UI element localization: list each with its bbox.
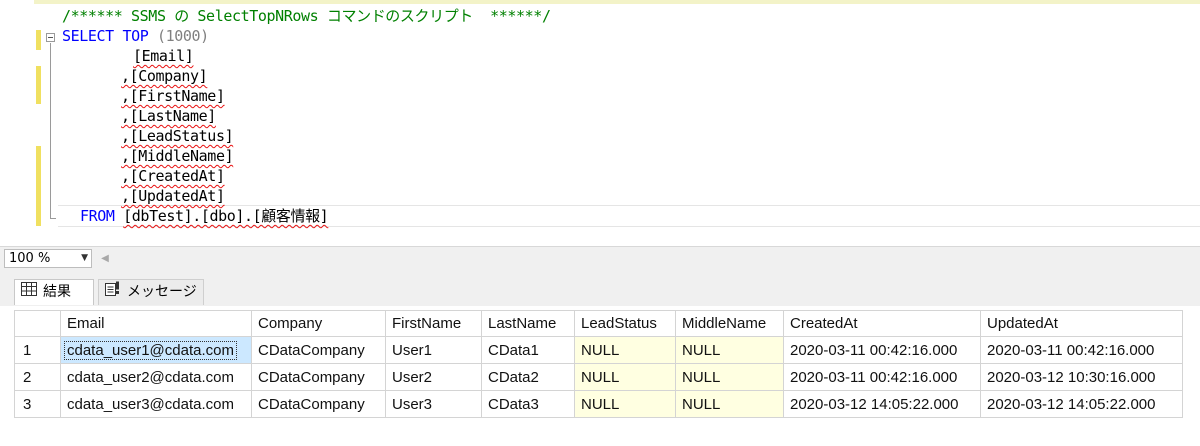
column-header[interactable]: LastName — [481, 310, 575, 337]
table-cell[interactable]: cdata_user1@cdata.com — [60, 336, 252, 364]
cell-value: cdata_user1@cdata.com — [64, 340, 237, 360]
column-header[interactable]: Email — [60, 310, 252, 337]
table-cell[interactable]: User3 — [385, 390, 482, 418]
editor-gutter — [0, 0, 34, 246]
column-name: ,[Company] — [121, 67, 208, 85]
select-keyword: SELECT — [62, 27, 114, 45]
table-cell[interactable]: CData1 — [481, 336, 575, 364]
column-line: ,[LastName] — [121, 106, 216, 126]
table-cell[interactable]: CData3 — [481, 390, 575, 418]
column-line: ,[CreatedAt] — [121, 166, 225, 186]
tab-results[interactable]: 結果 — [14, 279, 94, 305]
table-cell[interactable]: 2020-03-11 00:42:16.000 — [783, 336, 981, 364]
top-keyword: TOP — [122, 27, 149, 45]
scroll-left-arrow-icon[interactable]: ◀ — [98, 251, 112, 266]
outline-guide-end — [50, 218, 56, 219]
header-row: Email Company FirstName LastName LeadSta… — [14, 310, 1183, 337]
table-row: 3 cdata_user3@cdata.com CDataCompany Use… — [14, 390, 1183, 418]
select-line: SELECT TOP (1000) — [62, 26, 209, 46]
grid-icon — [21, 280, 37, 304]
column-name: ,[LastName] — [121, 107, 216, 125]
column-line: ,[Company] — [121, 66, 208, 86]
from-keyword: FROM — [80, 207, 115, 225]
chevron-down-icon: ▼ — [81, 253, 88, 263]
tab-messages[interactable]: メッセージ — [98, 279, 204, 305]
column-header[interactable]: Company — [251, 310, 386, 337]
editor-status-row: 100 % ▼ ◀ — [0, 246, 1200, 270]
column-name: ,[CreatedAt] — [121, 167, 225, 185]
column-name: ,[MiddleName] — [121, 147, 234, 165]
collapse-toggle[interactable] — [46, 33, 55, 42]
column-name: ,[LeadStatus] — [121, 127, 234, 145]
column-name: [Email] — [133, 47, 194, 65]
column-line: ,[LeadStatus] — [121, 126, 234, 146]
table-cell[interactable]: User1 — [385, 336, 482, 364]
table-cell[interactable]: User2 — [385, 363, 482, 391]
results-grid: Email Company FirstName LastName LeadSta… — [14, 310, 1183, 418]
column-line: ,[UpdatedAt] — [121, 186, 225, 206]
change-indicator — [36, 66, 41, 104]
column-header[interactable]: LeadStatus — [574, 310, 676, 337]
zoom-value: 100 % — [9, 251, 51, 266]
table-row: 2 cdata_user2@cdata.com CDataCompany Use… — [14, 363, 1183, 391]
column-header[interactable]: CreatedAt — [783, 310, 981, 337]
editor-top-strip — [0, 0, 1200, 4]
row-number[interactable]: 3 — [14, 390, 61, 418]
table-cell[interactable]: CDataCompany — [251, 390, 386, 418]
row-number[interactable]: 1 — [14, 336, 61, 364]
results-grid-area: Email Company FirstName LastName LeadSta… — [0, 306, 1200, 446]
column-name: ,[UpdatedAt] — [121, 187, 225, 205]
table-cell[interactable]: 2020-03-11 00:42:16.000 — [980, 336, 1183, 364]
column-header[interactable]: UpdatedAt — [980, 310, 1183, 337]
change-indicator — [36, 30, 41, 50]
table-cell[interactable]: 2020-03-12 10:30:16.000 — [980, 363, 1183, 391]
null-cell[interactable]: NULL — [574, 336, 676, 364]
row-number-header[interactable] — [14, 310, 61, 337]
table-cell[interactable]: CDataCompany — [251, 336, 386, 364]
sql-editor[interactable]: /****** SSMS の SelectTopNRows コマンドのスクリプト… — [0, 0, 1200, 246]
table-cell[interactable]: cdata_user2@cdata.com — [60, 363, 252, 391]
column-line: ,[FirstName] — [121, 86, 225, 106]
table-cell[interactable]: CDataCompany — [251, 363, 386, 391]
outline-guide — [50, 43, 51, 218]
tab-messages-label: メッセージ — [127, 284, 197, 300]
table-cell[interactable]: 2020-03-12 14:05:22.000 — [783, 390, 981, 418]
null-cell[interactable]: NULL — [675, 363, 784, 391]
zoom-dropdown[interactable]: 100 % ▼ — [4, 249, 92, 268]
table-cell[interactable]: 2020-03-11 00:42:16.000 — [783, 363, 981, 391]
null-cell[interactable]: NULL — [574, 363, 676, 391]
null-cell[interactable]: NULL — [574, 390, 676, 418]
column-line: ,[MiddleName] — [121, 146, 234, 166]
null-cell[interactable]: NULL — [675, 390, 784, 418]
result-tabs: 結果 メッセージ — [0, 270, 1200, 306]
from-line: FROM [dbTest].[dbo].[顧客情報] — [80, 206, 329, 226]
column-header[interactable]: FirstName — [385, 310, 482, 337]
comment-line: /****** SSMS の SelectTopNRows コマンドのスクリプト… — [62, 7, 551, 25]
table-cell[interactable]: cdata_user3@cdata.com — [60, 390, 252, 418]
null-cell[interactable]: NULL — [675, 336, 784, 364]
table-row: 1 cdata_user1@cdata.com CDataCompany Use… — [14, 336, 1183, 364]
column-name: ,[FirstName] — [121, 87, 225, 105]
message-icon — [105, 280, 121, 304]
column-line: [Email] — [133, 46, 194, 66]
change-indicator — [36, 146, 41, 226]
tab-results-label: 結果 — [43, 284, 71, 300]
column-header[interactable]: MiddleName — [675, 310, 784, 337]
row-number[interactable]: 2 — [14, 363, 61, 391]
top-value: (1000) — [156, 27, 209, 45]
from-target: [dbTest].[dbo].[顧客情報] — [123, 207, 329, 225]
table-cell[interactable]: CData2 — [481, 363, 575, 391]
table-cell[interactable]: 2020-03-12 14:05:22.000 — [980, 390, 1183, 418]
